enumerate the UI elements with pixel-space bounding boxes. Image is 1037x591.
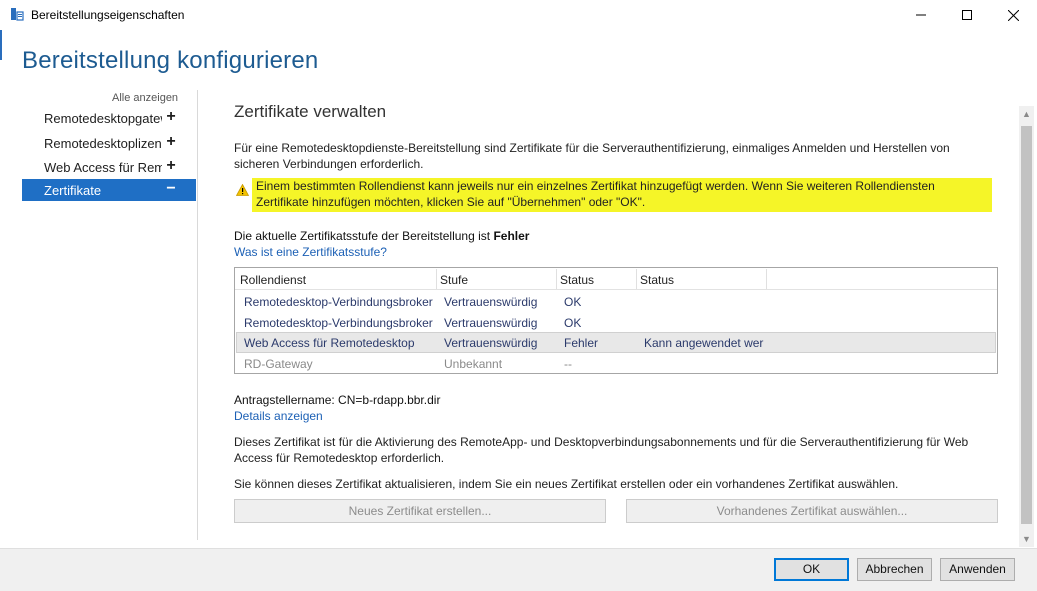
app-window-icon [10,7,24,21]
title-bar: Bereitstellungseigenschaften [0,0,1037,30]
maximize-icon [962,10,972,20]
certificate-level-help-link[interactable]: Was ist eine Zertifikatsstufe? [234,245,387,259]
cell-status: -- [564,357,572,371]
table-header: Rollendienst Stufe Status Status [235,268,997,290]
sidebar-item-label: Remotedesktoplizenzierung [44,136,162,151]
sidebar-item-rd-web-access[interactable]: Web Access für Remotedesktop + [22,156,196,178]
minimize-button[interactable] [898,0,944,30]
intro-text: Für eine Remotedesktopdienste-Bereitstel… [234,141,950,171]
vertical-scrollbar[interactable]: ▲ ▼ [1019,106,1034,547]
cell-status: OK [564,295,582,309]
warning-icon [235,183,250,199]
column-separator [556,269,557,289]
sidebar-item-rd-gateway[interactable]: Remotedesktopgateway + [22,107,196,129]
sidebar-divider [197,90,198,540]
cell-status: OK [564,316,582,330]
window-title: Bereitstellungseigenschaften [31,8,185,22]
column-separator [436,269,437,289]
collapse-icon[interactable]: − [164,180,178,198]
section-title: Zertifikate verwalten [234,102,387,121]
window-edge [0,30,2,60]
sidebar-item-rd-licensing[interactable]: Remotedesktoplizenzierung + [22,132,196,154]
apply-button[interactable]: Anwenden [940,558,1015,581]
column-header-level[interactable]: Stufe [440,273,468,287]
cell-role: RD-Gateway [244,357,313,371]
cell-status: Fehler [564,336,599,350]
column-separator [636,269,637,289]
sidebar-item-certificates[interactable]: Zertifikate − [22,179,196,201]
table-row[interactable]: Remotedesktop-Verbindungsbroker Vertraue… [236,291,996,312]
cell-level: Unbekannt [444,357,503,371]
update-hint: Sie können dieses Zertifikat aktualisier… [234,477,899,491]
cell-level: Vertrauenswürdig [444,316,538,330]
cell-status-detail: Kann angewendet wer [644,336,764,350]
close-icon [1007,9,1019,21]
expand-icon[interactable]: + [164,108,178,126]
ok-button[interactable]: OK [774,558,849,581]
certificate-level-value: Fehler [493,229,530,243]
cancel-button[interactable]: Abbrechen [857,558,932,581]
certificate-level-label: Die aktuelle Zertifikatsstufe der Bereit… [234,229,494,243]
sidebar-item-label: Web Access für Remotedesktop [44,160,162,175]
cell-level: Vertrauenswürdig [444,295,538,309]
close-button[interactable] [990,0,1036,30]
page-title: Bereitstellung konfigurieren [22,47,319,74]
table-row[interactable]: Remotedesktop-Verbindungsbroker Vertraue… [236,312,996,333]
sidebar-item-label: Remotedesktopgateway [44,111,162,126]
warning-box: Einem bestimmten Rollendienst kann jewei… [234,178,994,212]
maximize-button[interactable] [944,0,990,30]
column-header-status-detail[interactable]: Status [640,273,674,287]
minimize-icon [916,14,926,16]
show-all-link[interactable]: Alle anzeigen [112,92,178,104]
certificate-description: Dieses Zertifikat ist für die Aktivierun… [234,435,969,465]
table-row[interactable]: RD-Gateway Unbekannt -- [236,353,996,374]
scroll-up-icon[interactable]: ▲ [1019,106,1034,122]
column-separator [766,269,767,289]
scroll-down-icon[interactable]: ▼ [1019,531,1034,547]
certificate-level: Die aktuelle Zertifikatsstufe der Bereit… [234,229,529,243]
expand-icon[interactable]: + [164,157,178,175]
cell-level: Vertrauenswürdig [444,336,538,350]
warning-text: Einem bestimmten Rollendienst kann jewei… [252,178,992,212]
table-row-selected[interactable]: Web Access für Remotedesktop Vertrauensw… [236,332,996,353]
scrollbar-thumb[interactable] [1021,126,1032,524]
certificates-panel: Zertifikate verwalten Für eine Remotedes… [234,90,1014,545]
role-service-table: Rollendienst Stufe Status Status Remoted… [234,267,998,374]
sidebar-item-label: Zertifikate [44,183,102,198]
cell-role: Remotedesktop-Verbindungsbroker [244,316,433,330]
cell-role: Remotedesktop-Verbindungsbroker [244,295,433,309]
expand-icon[interactable]: + [164,133,178,151]
create-new-certificate-button[interactable]: Neues Zertifikat erstellen... [234,499,606,523]
column-header-role[interactable]: Rollendienst [240,273,306,287]
select-existing-certificate-button[interactable]: Vorhandenes Zertifikat auswählen... [626,499,998,523]
applicant-name: Antragstellername: CN=b-rdapp.bbr.dir [234,393,441,407]
show-details-link[interactable]: Details anzeigen [234,409,323,423]
column-header-status[interactable]: Status [560,273,594,287]
dialog-footer: OK Abbrechen Anwenden [0,548,1037,591]
cell-role: Web Access für Remotedesktop [244,336,415,350]
